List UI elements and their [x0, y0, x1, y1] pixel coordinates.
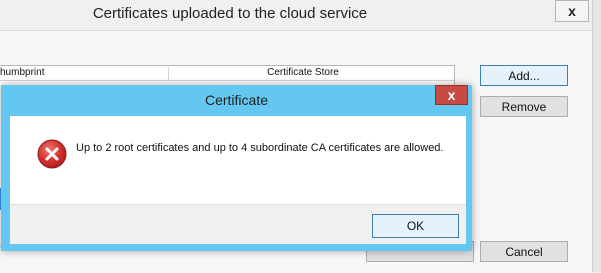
certificate-dialog: Certificate x Up to 2 root certificates … — [1, 85, 472, 251]
dialog-close-button[interactable]: x — [435, 85, 468, 105]
window-close-button[interactable]: x — [555, 0, 589, 22]
error-message: Up to 2 root certificates and up to 4 su… — [76, 142, 444, 154]
close-icon: x — [447, 86, 456, 103]
ok-button[interactable]: OK — [372, 214, 459, 238]
column-header-certificate-store[interactable]: Certificate Store — [169, 67, 437, 78]
column-header-thumbprint[interactable]: humbprint — [0, 67, 169, 80]
remove-button[interactable]: Remove — [480, 96, 568, 117]
window-title: Certificates uploaded to the cloud servi… — [92, 5, 368, 22]
window-titlebar[interactable]: Certificates uploaded to the cloud servi… — [0, 0, 601, 30]
error-icon — [37, 139, 67, 169]
close-icon: x — [568, 3, 576, 19]
dialog-title[interactable]: Certificate — [1, 85, 472, 115]
table-header: humbprint Certificate Store — [0, 66, 454, 81]
dialog-footer: OK — [10, 204, 466, 244]
dialog-body: Up to 2 root certificates and up to 4 su… — [10, 116, 466, 244]
add-button[interactable]: Add... — [480, 65, 568, 86]
cancel-button[interactable]: Cancel — [480, 241, 568, 262]
window-scrollbar[interactable] — [592, 0, 601, 272]
